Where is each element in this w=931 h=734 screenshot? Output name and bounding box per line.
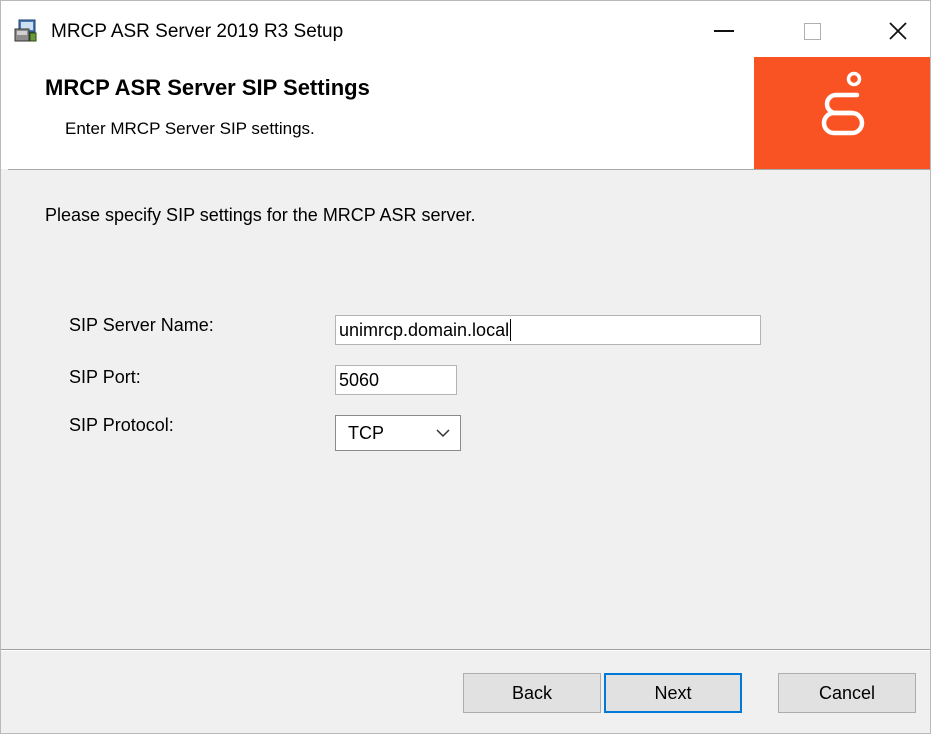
- sip-server-name-input[interactable]: unimrcp.domain.local: [335, 315, 761, 345]
- next-button[interactable]: Next: [604, 673, 742, 713]
- page-title: MRCP ASR Server SIP Settings: [45, 75, 370, 100]
- back-button[interactable]: Back: [463, 673, 601, 713]
- sip-port-value: 5060: [339, 369, 380, 390]
- footer-divider-highlight: [1, 650, 930, 651]
- chevron-down-icon: [436, 429, 450, 438]
- title-bar[interactable]: MRCP ASR Server 2019 R3 Setup: [1, 1, 930, 57]
- text-caret: [510, 319, 512, 341]
- header-banner: MRCP ASR Server SIP Settings Enter MRCP …: [1, 57, 930, 170]
- sip-server-name-value: unimrcp.domain.local: [339, 319, 510, 340]
- cancel-button[interactable]: Cancel: [778, 673, 916, 713]
- sip-protocol-select[interactable]: TCP: [335, 415, 461, 451]
- maximize-button: [789, 11, 835, 51]
- sip-port-input[interactable]: 5060: [335, 365, 457, 395]
- minimize-button[interactable]: [701, 11, 747, 51]
- close-icon: [889, 22, 907, 40]
- close-button[interactable]: [875, 11, 921, 51]
- sip-protocol-value: TCP: [348, 423, 384, 443]
- window-title: MRCP ASR Server 2019 R3 Setup: [51, 21, 344, 42]
- setup-window: MRCP ASR Server 2019 R3 Setup MRCP ASR S…: [0, 0, 931, 734]
- minimize-icon: [714, 30, 734, 32]
- sip-port-label: SIP Port:: [69, 367, 141, 387]
- sip-protocol-label: SIP Protocol:: [69, 415, 174, 435]
- sip-server-name-label: SIP Server Name:: [69, 315, 214, 335]
- genesys-logo-icon: [754, 57, 930, 169]
- page-subtitle: Enter MRCP Server SIP settings.: [65, 119, 315, 138]
- instructions-text: Please specify SIP settings for the MRCP…: [45, 205, 476, 225]
- installer-icon: [13, 17, 39, 43]
- maximize-icon: [803, 22, 821, 40]
